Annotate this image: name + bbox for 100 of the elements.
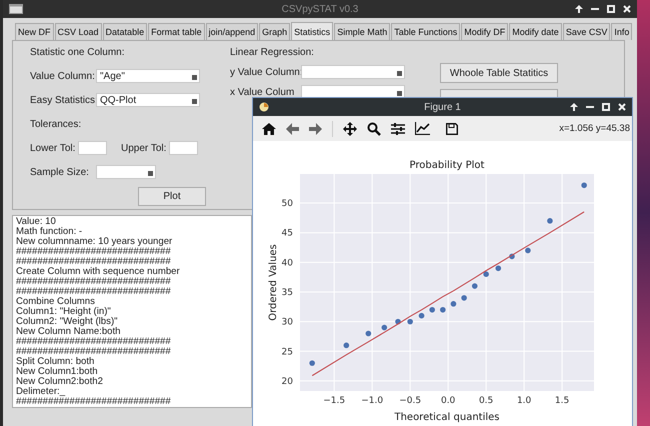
data-point [450, 301, 456, 307]
x-tick-label: −1.0 [361, 396, 384, 406]
tab[interactable]: join/append [206, 23, 258, 40]
maximize-icon[interactable] [602, 103, 610, 111]
sliders-icon[interactable] [391, 122, 405, 134]
data-point [366, 330, 372, 336]
value-column-dropdown[interactable]: "Age" [96, 69, 200, 83]
window-title: CSVpySTAT v0.3 [282, 4, 358, 14]
window-title: Figure 1 [424, 102, 461, 112]
log-line: New Column2:both2 [16, 377, 104, 387]
field-label: Lower Tol: [30, 142, 76, 154]
chart-title: Probability Plot [410, 160, 484, 171]
x-tick-label: −0.5 [399, 396, 422, 406]
log-line: Column2: "Weight (lbs)" [16, 317, 119, 327]
section-heading: Tolerances: [30, 118, 82, 130]
lower-tol-field[interactable] [78, 141, 107, 155]
log-line: Split Column: both [16, 357, 96, 367]
section-heading: Statistic one Column: [30, 46, 124, 58]
y-axis-label: Ordered Values [268, 244, 279, 321]
tab[interactable]: Simple Math [334, 23, 390, 40]
tab[interactable]: Modify date [509, 23, 562, 40]
zoom-icon[interactable] [367, 122, 381, 136]
y-tick-label: 20 [282, 376, 293, 387]
tab[interactable]: Table Functions [391, 23, 460, 40]
section-heading: Linear Regression: [230, 46, 314, 58]
log-line: ############################# [16, 397, 172, 407]
log-line: New Column1:both [16, 367, 99, 377]
data-point [440, 306, 446, 313]
field-label: y Value Column: [230, 66, 301, 78]
keep-above-icon[interactable] [570, 103, 578, 111]
line-chart-icon[interactable] [415, 122, 430, 135]
tab[interactable]: Format table [148, 23, 205, 40]
field-label: Upper Tol: [121, 142, 168, 154]
field-label: Sample Size: [30, 166, 90, 178]
easy-statistics-dropdown[interactable]: QQ-Plot [96, 93, 200, 107]
tab[interactable]: Modify DF [461, 23, 508, 40]
x-tick-label: 0.5 [478, 396, 494, 406]
maximize-icon[interactable] [607, 5, 615, 13]
tab[interactable]: Datatable [102, 23, 148, 40]
tab[interactable]: Statistics [291, 22, 334, 40]
tab[interactable]: CSV Load [54, 23, 102, 40]
log-line: ############################# [16, 257, 172, 267]
y-tick-label: 25 [282, 347, 293, 358]
data-point [483, 271, 489, 277]
x-tick-label: −1.5 [323, 396, 346, 406]
log-line: ############################# [16, 247, 172, 257]
close-icon[interactable] [623, 5, 631, 13]
data-point [461, 295, 467, 301]
cursor-coordinates: x=1.056 y=45.38 [559, 123, 631, 134]
y-tick-label: 50 [282, 199, 293, 210]
x-tick-label: 1.5 [554, 396, 570, 406]
log-line: New columnname: 10 years younger [16, 237, 174, 247]
log-line: Column1: "Height (in)" [16, 307, 112, 317]
y-tick-label: 45 [282, 228, 293, 239]
log-line: Delimeter:_ [16, 387, 66, 397]
forward-arrow-icon[interactable] [309, 122, 322, 134]
save-icon[interactable] [446, 122, 458, 134]
data-point [581, 182, 587, 188]
pan-icon[interactable] [343, 122, 357, 136]
y-tick-label: 40 [282, 258, 293, 268]
log-line: ############################# [16, 347, 172, 357]
log-line: Combine Columns [16, 297, 96, 307]
data-point [472, 283, 478, 289]
field-label: Value Column: [30, 70, 96, 82]
log-line: ############################# [16, 337, 172, 347]
sample-size-dropdown[interactable] [96, 165, 156, 179]
data-point [395, 318, 401, 324]
log-line: ############################# [16, 277, 172, 287]
log-line: Math function: - [16, 227, 84, 237]
data-point [418, 312, 424, 318]
tab[interactable]: Info [611, 23, 632, 40]
data-point [407, 318, 413, 324]
close-icon[interactable] [618, 103, 626, 111]
app-logo-icon [259, 102, 269, 112]
data-point [382, 324, 388, 330]
plot-button[interactable]: Plot [138, 186, 206, 206]
table-button[interactable]: Whoole Table Statitics [440, 63, 558, 83]
window-icon [9, 4, 23, 14]
data-point [495, 265, 502, 272]
data-point [309, 360, 315, 366]
data-point [525, 248, 531, 254]
keep-above-icon[interactable] [575, 5, 583, 13]
data-point [429, 306, 435, 313]
log-line: ############################# [16, 287, 172, 297]
y-tick-label: 35 [282, 288, 293, 298]
back-arrow-icon[interactable] [286, 122, 299, 134]
tab[interactable]: New DF [15, 23, 54, 40]
log-line: Create Column with sequence number [16, 267, 181, 277]
log-line: New Column Name:both [16, 327, 122, 337]
field-label: x Value Colum [230, 86, 296, 98]
x-axis-label: Theoretical quantiles [394, 412, 500, 423]
tab[interactable]: Save CSV [562, 23, 610, 40]
data-point [509, 254, 515, 260]
field-label: Easy Statistics: [30, 94, 96, 106]
data-point [547, 218, 553, 224]
log-line: Value: 10 [16, 217, 57, 227]
tab[interactable]: Graph [259, 23, 290, 40]
upper-tol-field[interactable] [169, 141, 198, 155]
home-icon[interactable] [262, 122, 276, 134]
y-tick-label: 30 [282, 318, 293, 328]
